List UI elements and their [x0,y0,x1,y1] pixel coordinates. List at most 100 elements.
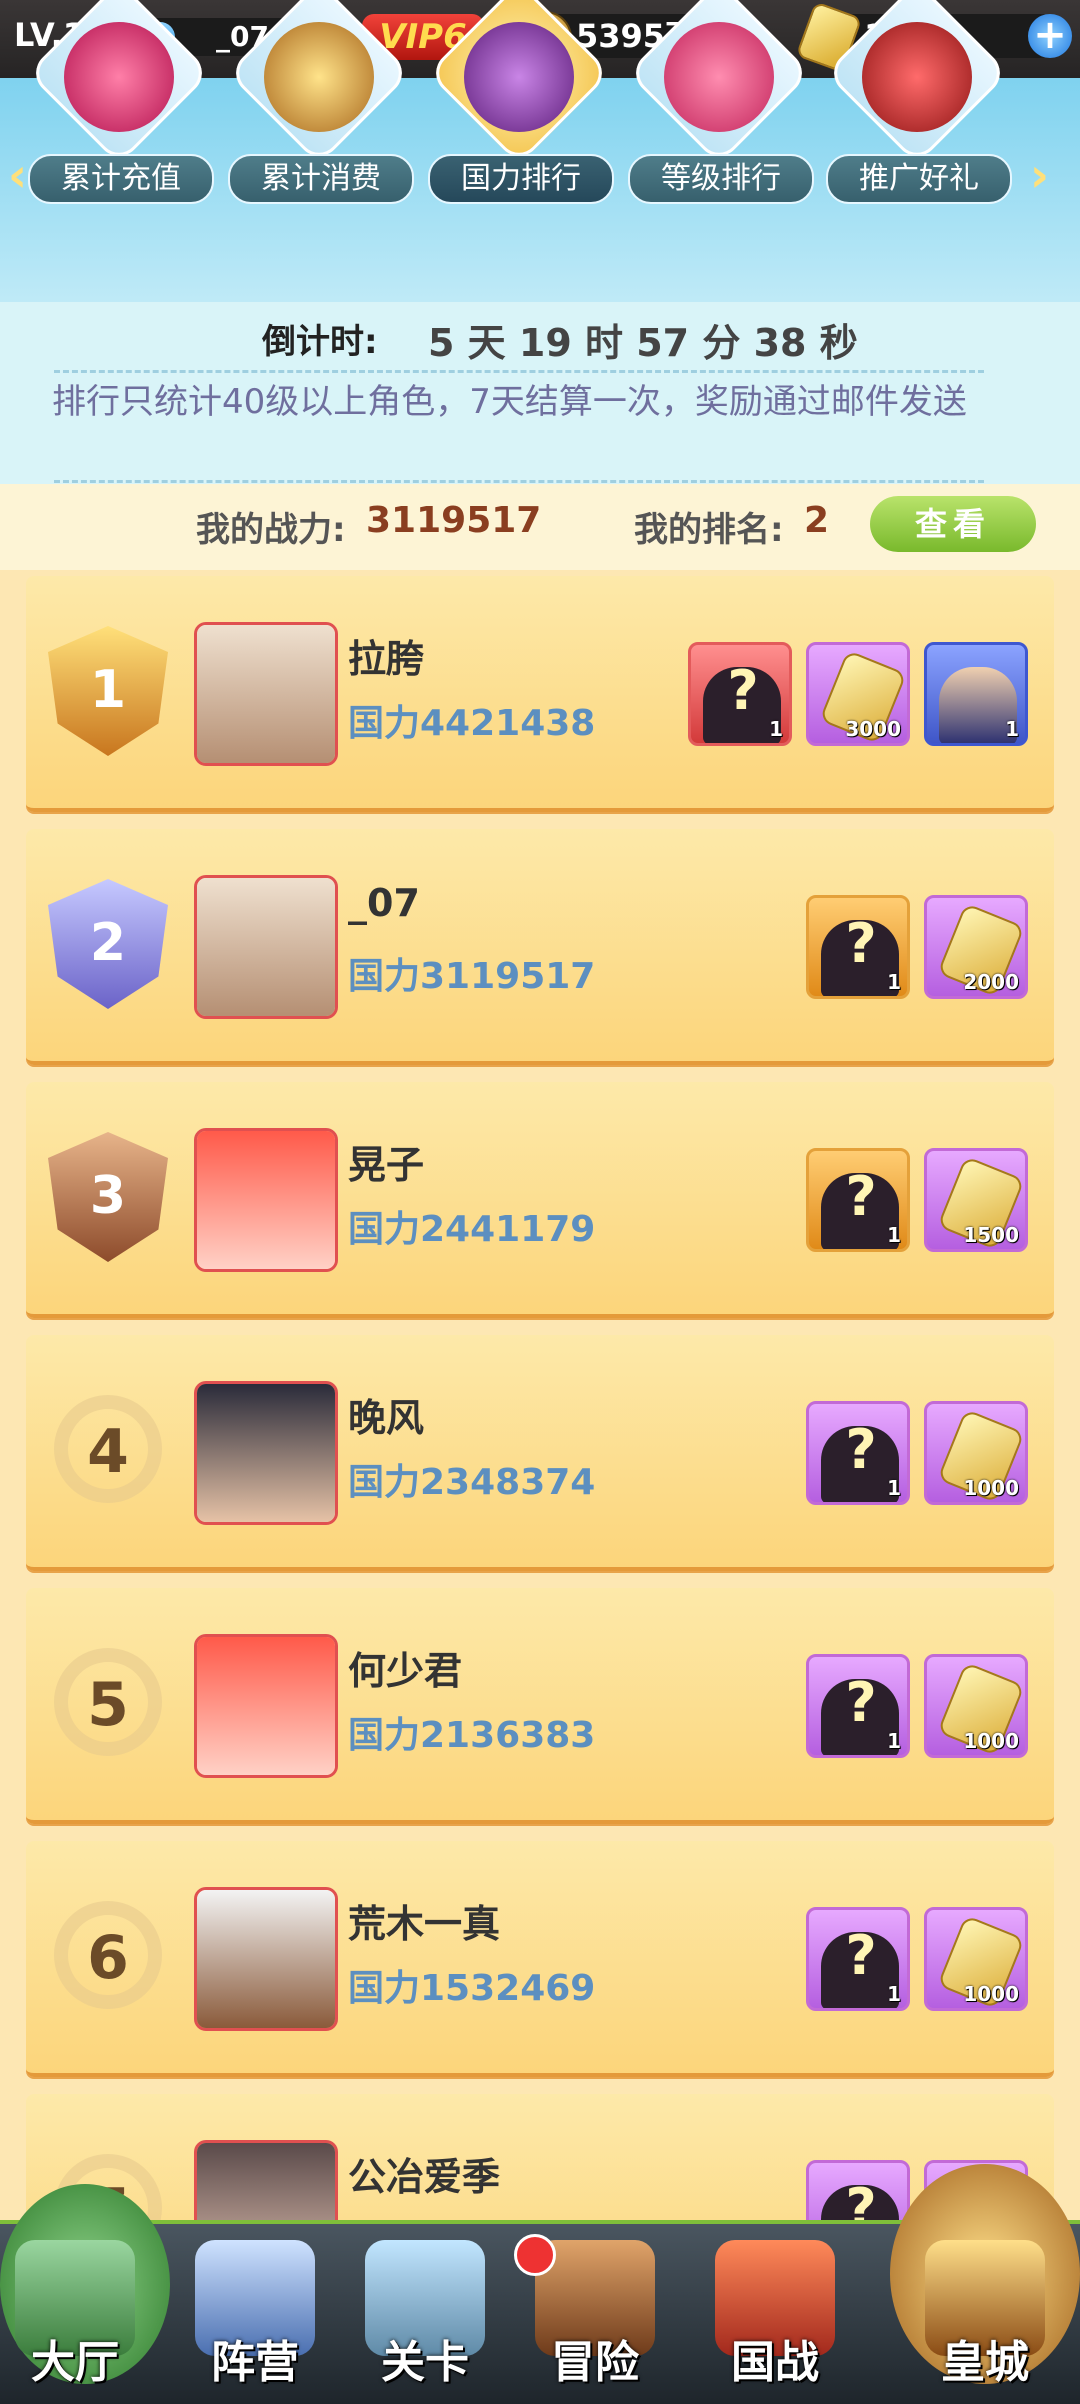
reward-count: 3000 [845,717,901,741]
reward-count: 1 [769,717,783,741]
player-power: 国力2441179 [348,1209,596,1250]
rank-number: 4 [87,1417,129,1487]
divider [54,370,984,373]
nav-item-5[interactable]: 国战 [690,2234,860,2404]
reward-item[interactable]: ? 1 [806,1654,910,1758]
reward-count: 1 [887,1729,901,1753]
reward-count: 1 [1005,717,1019,741]
my-rank-value: 2 [804,500,830,541]
demon-mask-icon [464,22,574,132]
player-avatar[interactable] [194,1634,338,1778]
player-power: 国力4421438 [348,703,596,744]
rank-number: 1 [89,660,127,720]
reward-count: 1500 [963,1223,1019,1247]
tab-label: 等级排行 [628,154,814,204]
player-name: 晚风 [348,1396,425,1440]
reward-item[interactable]: 1000 [924,1654,1028,1758]
rank-row[interactable]: 3 晃子国力2441179 ? 1 1500 [26,1082,1054,1318]
player-avatar[interactable] [194,875,338,1019]
rank-emblem-icon: 4 [38,1375,178,1525]
player-avatar[interactable] [194,1381,338,1525]
tab-label: 累计消费 [228,154,414,204]
nav-item-2[interactable]: 阵营 [170,2234,340,2404]
ranking-rule-text: 排行只统计40级以上角色，7天结算一次，奖励通过邮件发送 [52,382,967,422]
countdown-label: 倒计时: [262,322,378,362]
my-power-label: 我的战力: [196,510,346,550]
rank-medal-icon: 2 [38,869,178,1019]
reward-item[interactable]: 1500 [924,1148,1028,1252]
player-avatar[interactable] [194,2140,338,2220]
player-power: 国力2136383 [348,1715,596,1756]
tab-3[interactable]: 国力排行 [427,0,614,208]
ranking-list[interactable]: 1 拉胯 国力4421438? 1 3000 1 2 _07 国力3119517? 1 2000 3 晃… [0,570,1080,2220]
player-avatar[interactable] [194,1128,338,1272]
nav-item-3[interactable]: 关卡 [340,2234,510,2404]
view-button[interactable]: 查看 [870,496,1036,552]
reward-item[interactable]: ? 1 [688,642,792,746]
reward-item[interactable]: 3000 [806,642,910,746]
nav-label: 冒险 [551,2337,639,2388]
divider [54,480,984,483]
rank-number: 5 [87,1670,129,1740]
plus-icon[interactable]: + [1028,14,1072,58]
rank-number: 6 [87,1923,129,1993]
reward-item[interactable]: ? 1 [806,1907,910,2011]
tab-label: 国力排行 [428,154,614,204]
reward-count: 2000 [963,970,1019,994]
rank-row[interactable]: 1 拉胯国力4421438 ? 1 3000 1 [26,576,1054,812]
reward-item[interactable]: 1000 [924,1907,1028,2011]
rank-medal-icon: 3 [38,1122,178,1272]
reward-item[interactable]: ? 1 [806,1401,910,1505]
player-avatar[interactable] [194,622,338,766]
rank-number: 2 [89,913,127,973]
nav-item-1[interactable]: 大厅 [0,2234,160,2404]
rank-row[interactable]: 7公冶爱季? [26,2094,1054,2220]
rank-row[interactable]: 2 _07 国力3119517 ? 1 2000 [26,829,1054,1065]
reward-count: 1000 [963,1476,1019,1500]
scroll-left-arrow-icon[interactable]: ‹ [8,148,27,202]
player-name: 荒木一真 [348,1902,501,1946]
event-tab-bar: ‹ › 累计充值 累计消费 国力排行 等级排行 推广好礼 [0,0,1080,302]
nav-label: 关卡 [381,2337,469,2388]
reward-item[interactable]: ? 1 [806,1148,910,1252]
player-name: 拉胯 [348,637,425,681]
crossed-swords-icon [664,22,774,132]
player-power: 国力2348374 [348,1462,596,1503]
bottom-navigation: 大厅 阵营 关卡 冒险 国战 皇城 [0,2164,1080,2404]
nav-item-6[interactable]: 皇城 [900,2234,1070,2404]
rank-emblem-icon: 5 [38,1628,178,1778]
player-name: 公冶爱季 [348,2155,501,2199]
tab-5[interactable]: 推广好礼 [825,0,1012,208]
reward-item[interactable]: ? [806,2160,910,2220]
rank-row[interactable]: 5 何少君 国力2136383 ? 1 1000 [26,1588,1054,1824]
tab-1[interactable]: 累计充值 [27,0,214,208]
scroll-right-arrow-icon[interactable]: › [1030,148,1049,202]
reward-item[interactable]: 2000 [924,895,1028,999]
reward-item[interactable]: 1 [924,642,1028,746]
money-bag-icon [64,22,174,132]
reward-count: 1 [887,970,901,994]
reward-count: 1 [887,1476,901,1500]
event-info: 倒计时: 5 天 19 时 57 分 38 秒 排行只统计40级以上角色，7天结… [0,302,1080,484]
rank-row[interactable]: 6 荒木一真 国力1532469 ? 1 1000 [26,1841,1054,2077]
notification-dot-icon [514,2234,556,2276]
reward-count: 1000 [963,1982,1019,2006]
nav-label: 国战 [731,2337,819,2388]
tab-label: 累计充值 [28,154,214,204]
nav-label: 阵营 [211,2337,299,2388]
tab-label: 推广好礼 [826,154,1012,204]
tab-2[interactable]: 累计消费 [227,0,414,208]
reward-item[interactable]: ? 1 [806,895,910,999]
rank-row[interactable]: 4 晚风国力2348374 ? 1 1000 [26,1335,1054,1571]
player-avatar[interactable] [194,1887,338,2031]
tab-4[interactable]: 等级排行 [627,0,814,208]
reward-item[interactable]: 1000 [924,1401,1028,1505]
rank-number: 3 [89,1166,127,1226]
player-power: 国力3119517 [348,956,596,997]
my-rank-label: 我的排名: [634,510,784,550]
nav-label: 皇城 [941,2337,1029,2388]
countdown-timer: 5 天 19 时 57 分 38 秒 [428,321,858,365]
reward-count: 1 [887,1982,901,2006]
player-name: 晃子 [348,1143,425,1187]
my-power-value: 3119517 [366,500,542,541]
